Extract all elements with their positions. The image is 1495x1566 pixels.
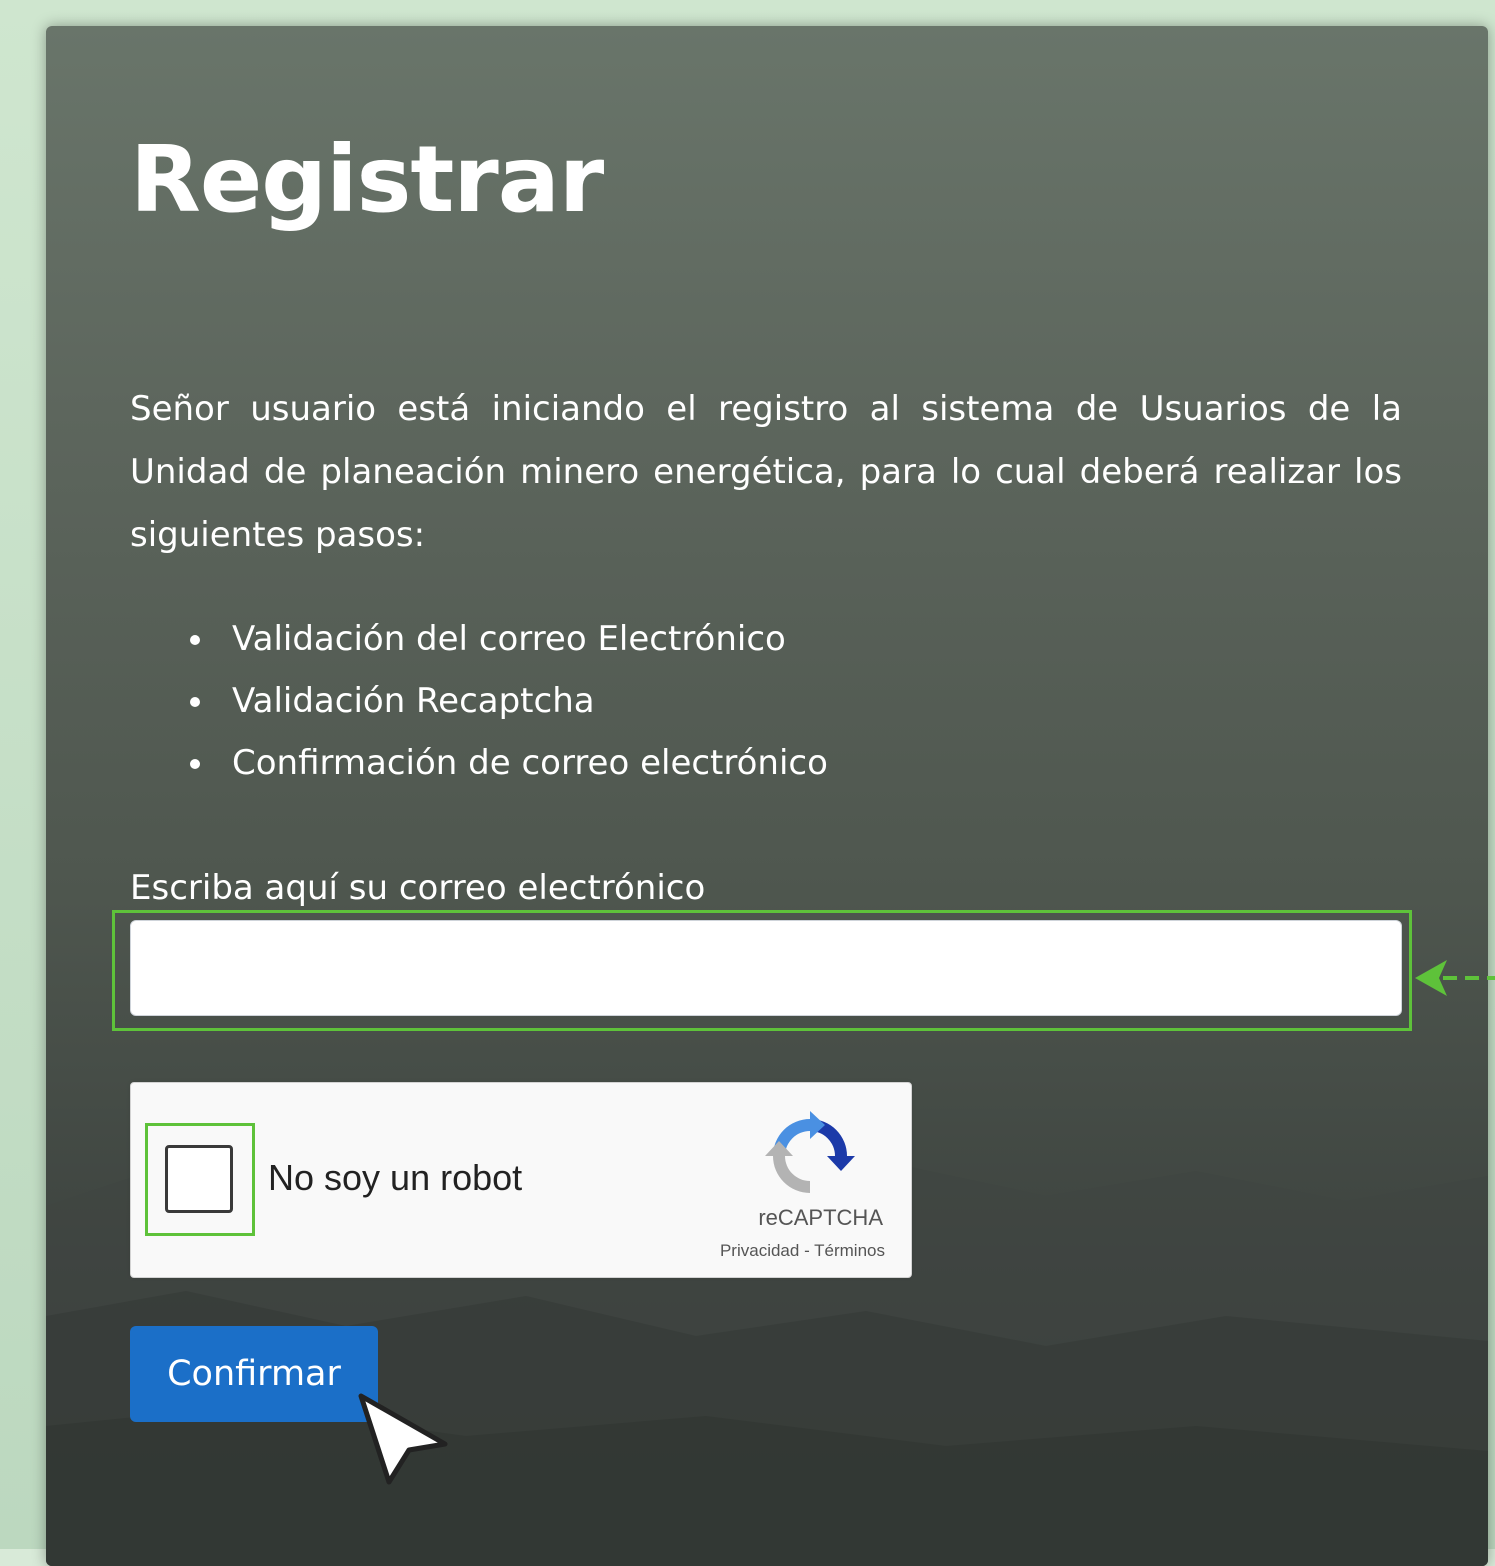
mouse-pointer-icon xyxy=(358,1393,448,1485)
email-field[interactable] xyxy=(130,920,1402,1016)
page-title: Registrar xyxy=(130,126,604,233)
recaptcha-brand: reCAPTCHA xyxy=(758,1205,883,1230)
recaptcha-logo-icon xyxy=(765,1111,855,1193)
bullet-icon xyxy=(190,697,200,707)
email-label: Escriba aquí su correo electrónico xyxy=(130,868,706,908)
bullet-icon xyxy=(190,635,200,645)
arrow-left-icon xyxy=(1415,960,1495,996)
step-label: Confirmación de correo electrónico xyxy=(232,743,828,783)
list-item: Validación del correo Electrónico xyxy=(130,608,828,670)
page-background: Registrar Señor usuario está iniciando e… xyxy=(0,0,1495,1566)
list-item: Confirmación de correo electrónico xyxy=(130,732,828,794)
recaptcha-widget: No soy un robot reCAPTCHA Privacidad - T… xyxy=(130,1082,912,1278)
captcha-checkbox[interactable] xyxy=(165,1145,233,1213)
step-label: Validación Recaptcha xyxy=(232,681,595,721)
list-item: Validación Recaptcha xyxy=(130,670,828,732)
bullet-icon xyxy=(190,759,200,769)
intro-text: Señor usuario está iniciando el registro… xyxy=(130,389,1402,555)
recaptcha-links[interactable]: Privacidad - Términos xyxy=(631,1241,885,1261)
steps-list: Validación del correo Electrónico Valida… xyxy=(130,608,828,794)
register-card: Registrar Señor usuario está iniciando e… xyxy=(46,26,1488,1566)
captcha-label: No soy un robot xyxy=(268,1157,523,1198)
step-label: Validación del correo Electrónico xyxy=(232,619,786,659)
confirm-button[interactable]: Confirmar xyxy=(130,1326,378,1422)
